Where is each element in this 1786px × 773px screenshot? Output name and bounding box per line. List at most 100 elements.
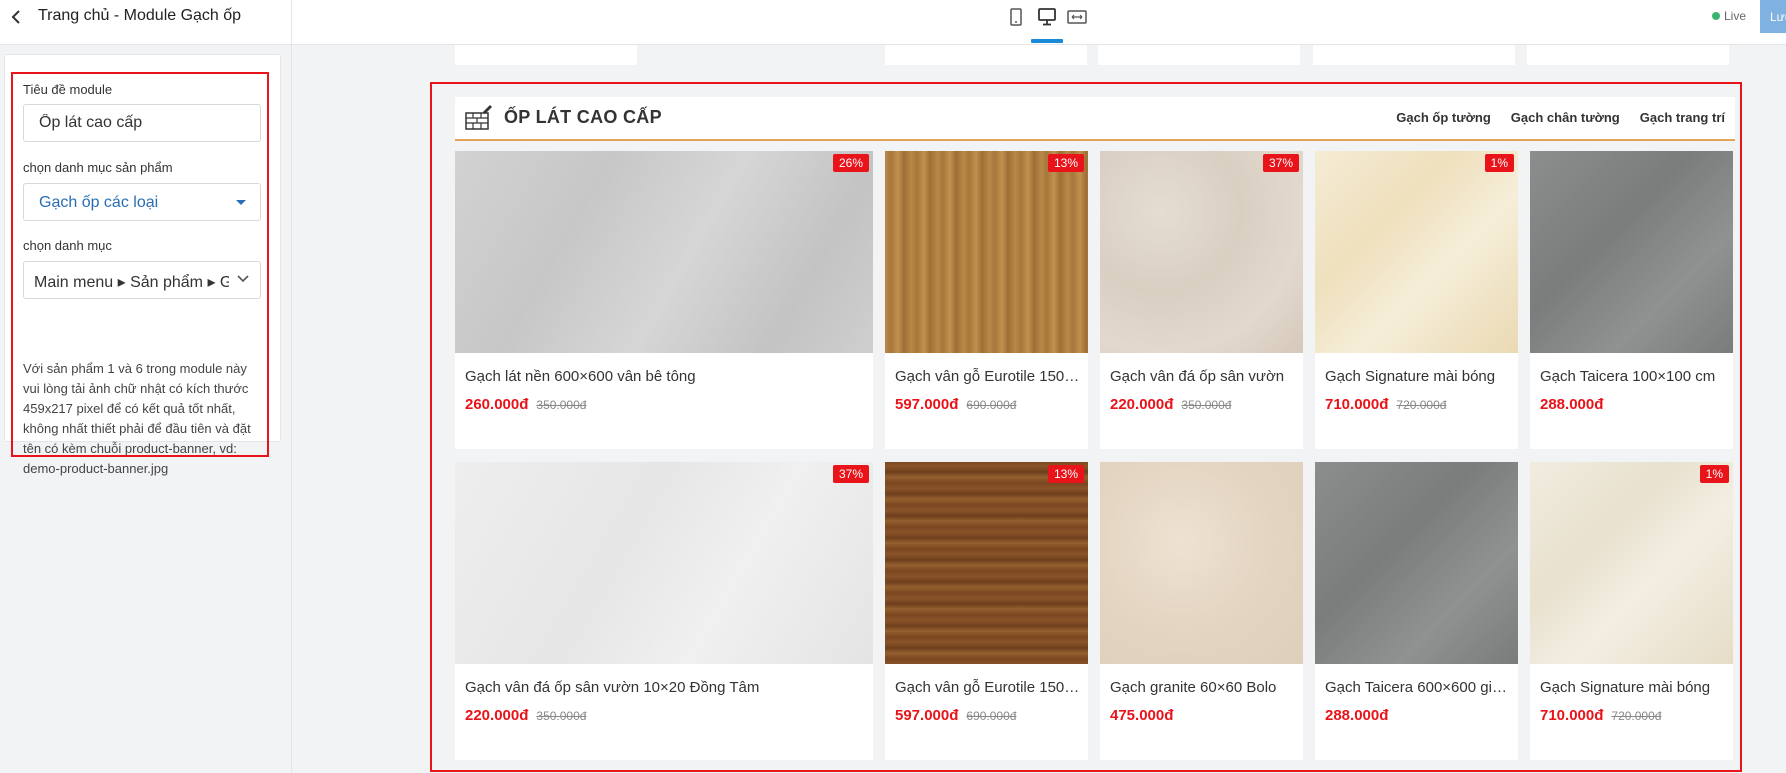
product-card[interactable]: 1% Gạch Signature mài bóng 710.000đ 720.0…: [1315, 151, 1518, 449]
discount-badge: 13%: [1047, 154, 1084, 172]
product-card[interactable]: 37% Gạch vân đá ốp sân vườn 220.000đ 350.…: [1100, 151, 1303, 449]
price-row: 288.000đ: [1540, 396, 1603, 414]
live-status-icon: [1712, 12, 1720, 20]
product-old-price: 690.000đ: [966, 709, 1017, 723]
tab-gach-chan-tuong[interactable]: Gạch chân tường: [1511, 110, 1620, 125]
product-price: 475.000đ: [1110, 707, 1174, 724]
product-card[interactable]: 13% Gạch vân gỗ Eurotile 150×900 597.000…: [885, 462, 1088, 760]
price-row: 260.000đ 350.000đ: [465, 396, 586, 414]
product-image[interactable]: [1315, 462, 1518, 664]
product-name[interactable]: Gạch Taicera 100×100 cm: [1540, 368, 1725, 385]
product-name[interactable]: Gạch vân đá ốp sân vườn: [1110, 368, 1295, 385]
product-old-price: 350.000đ: [536, 398, 587, 412]
back-button[interactable]: [6, 6, 28, 28]
product-name[interactable]: Gạch vân gỗ Eurotile 150×900: [895, 679, 1080, 696]
product-card[interactable]: 13% Gạch vân gỗ Eurotile 150×900 597.000…: [885, 151, 1088, 449]
desktop-view-button[interactable]: [1036, 7, 1058, 27]
help-text: Với sản phẩm 1 và 6 trong module này vui…: [23, 361, 251, 476]
discount-badge: 13%: [1047, 465, 1084, 483]
price-row: 710.000đ 720.000đ: [1325, 396, 1446, 414]
chevron-left-icon: [11, 10, 20, 24]
price-row: 220.000đ 350.000đ: [1110, 396, 1231, 414]
product-price: 220.000đ: [465, 707, 529, 724]
product-category-label: chọn danh mục sản phẩm: [23, 160, 173, 175]
price-row: 597.000đ 690.000đ: [895, 396, 1016, 414]
product-card[interactable]: 26% Gạch lát nền 600×600 vân bê tông 260…: [455, 151, 873, 449]
module-tabs: Gạch ốp tường Gạch chân tường Gạch trang…: [1396, 110, 1725, 125]
fullwidth-view-button[interactable]: [1066, 7, 1088, 27]
product-price: 288.000đ: [1325, 707, 1389, 724]
previous-module-tile: [1098, 45, 1300, 65]
save-button[interactable]: Lưu: [1760, 0, 1786, 33]
product-card[interactable]: 37% Gạch vân đá ốp sân vườn 10×20 Đồng T…: [455, 462, 873, 760]
divider: [291, 0, 292, 45]
previous-module-tile: [1527, 45, 1729, 65]
product-category-select[interactable]: Gạch ốp các loại: [23, 183, 261, 221]
product-name[interactable]: Gạch lát nền 600×600 vân bê tông: [465, 368, 865, 385]
discount-badge: 1%: [1699, 465, 1729, 483]
product-old-price: 350.000đ: [1181, 398, 1232, 412]
product-old-price: 720.000đ: [1396, 398, 1447, 412]
product-old-price: 720.000đ: [1611, 709, 1662, 723]
settings-sidebar: Tiêu đề module chọn danh mục sản phẩm Gạ…: [0, 45, 292, 773]
product-price: 288.000đ: [1540, 396, 1604, 413]
tab-gach-op-tuong[interactable]: Gạch ốp tường: [1396, 110, 1491, 125]
previous-module-tile: [885, 45, 1087, 65]
price-row: 710.000đ 720.000đ: [1540, 707, 1661, 725]
discount-badge: 37%: [1262, 154, 1299, 172]
module-title-input[interactable]: [23, 104, 261, 142]
product-image[interactable]: [455, 151, 873, 353]
price-row: 597.000đ 690.000đ: [895, 707, 1016, 725]
product-old-price: 350.000đ: [536, 709, 587, 723]
category-select[interactable]: Main menu ▸ Sản phẩm ▸ Gạch ốp: [23, 261, 261, 299]
discount-badge: 26%: [832, 154, 869, 172]
product-image[interactable]: [885, 151, 1088, 353]
product-name[interactable]: Gạch Taicera 600×600 giả đá: [1325, 679, 1510, 696]
product-card[interactable]: Gạch Taicera 600×600 giả đá 288.000đ: [1315, 462, 1518, 760]
previous-module-tile: [455, 45, 637, 65]
product-card[interactable]: 1% Gạch Signature mài bóng 710.000đ 720.0…: [1530, 462, 1733, 760]
price-row: 288.000đ: [1325, 707, 1388, 725]
product-image[interactable]: [1100, 462, 1303, 664]
product-price: 220.000đ: [1110, 396, 1174, 413]
price-row: 220.000đ 350.000đ: [465, 707, 586, 725]
live-status: Live: [1724, 9, 1747, 23]
top-bar: Trang chủ - Module Gạch ốp Live Lưu: [0, 0, 1786, 45]
product-image[interactable]: [1530, 151, 1733, 353]
chevron-down-icon: [237, 275, 249, 283]
module-title-label: Tiêu đề module: [23, 82, 113, 97]
caret-down-icon: [236, 200, 246, 205]
expand-horizontal-icon: [1067, 10, 1087, 24]
desktop-icon: [1038, 8, 1056, 26]
mobile-view-button[interactable]: [1005, 7, 1027, 27]
product-image[interactable]: [885, 462, 1088, 664]
price-row: 475.000đ: [1110, 707, 1173, 725]
product-category-value: Gạch ốp các loại: [39, 194, 159, 211]
product-image[interactable]: [1530, 462, 1733, 664]
active-device-indicator: [1031, 39, 1063, 43]
product-image[interactable]: [455, 462, 873, 664]
product-price: 597.000đ: [895, 396, 959, 413]
product-price: 710.000đ: [1540, 707, 1604, 724]
product-name[interactable]: Gạch vân đá ốp sân vườn 10×20 Đồng Tâm: [465, 679, 865, 696]
product-price: 260.000đ: [465, 396, 529, 413]
discount-badge: 37%: [832, 465, 869, 483]
product-name[interactable]: Gạch Signature mài bóng: [1325, 368, 1510, 385]
product-old-price: 690.000đ: [966, 398, 1017, 412]
product-card[interactable]: Gạch granite 60×60 Bolo 475.000đ: [1100, 462, 1303, 760]
module-header: ỐP LÁT CAO CẤP Gạch ốp tường Gạch chân t…: [455, 97, 1735, 141]
mobile-icon: [1010, 8, 1022, 26]
discount-badge: 1%: [1484, 154, 1514, 172]
page-title: Trang chủ - Module Gạch ốp: [38, 7, 242, 24]
module-title: ỐP LÁT CAO CẤP: [504, 107, 662, 127]
product-card[interactable]: Gạch Taicera 100×100 cm 288.000đ: [1530, 151, 1733, 449]
previous-module-tile: [1313, 45, 1515, 65]
category-label: chọn danh mục: [23, 238, 112, 253]
product-name[interactable]: Gạch granite 60×60 Bolo: [1110, 679, 1295, 696]
product-image[interactable]: [1100, 151, 1303, 353]
product-image[interactable]: [1315, 151, 1518, 353]
tab-gach-trang-tri[interactable]: Gạch trang trí: [1640, 110, 1725, 125]
product-name[interactable]: Gạch vân gỗ Eurotile 150×900: [895, 368, 1080, 385]
product-name[interactable]: Gạch Signature mài bóng: [1540, 679, 1725, 696]
product-price: 597.000đ: [895, 707, 959, 724]
